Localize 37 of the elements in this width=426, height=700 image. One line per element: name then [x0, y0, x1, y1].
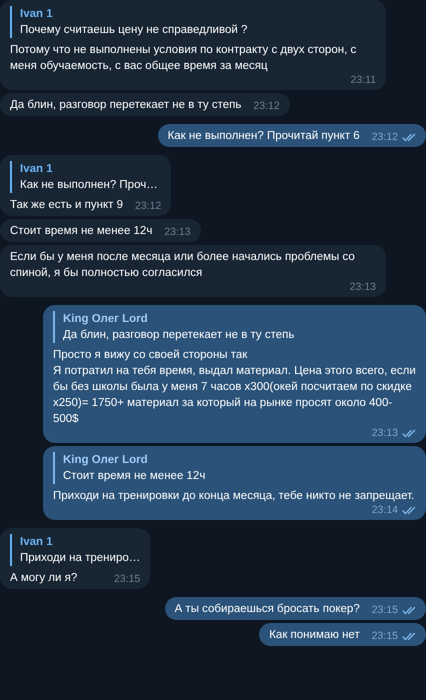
- reply-text: Приходи на трениро…: [20, 551, 140, 566]
- message-text: Если бы у меня после месяца или более начались проблемы со спиной, я бы полностью согласился: [10, 250, 356, 281]
- message-text: А ты собираешься бросать покер?: [174, 602, 360, 617]
- reply-text: Стоит время не менее 12ч: [63, 469, 206, 484]
- message-time: 23:13: [372, 427, 398, 440]
- message-time: 23:13: [350, 281, 376, 294]
- reply-text: Как не выполнен? Проч…: [20, 178, 159, 193]
- message-text: Приходи на тренировки до конца месяца, тебе никто не запрещает.: [53, 489, 414, 504]
- reply-author: King Олег Lord: [63, 312, 149, 327]
- reply-text: Почему считаешь цену не справедливой ?: [20, 23, 248, 38]
- message-time: 23:12: [134, 200, 162, 213]
- reply-author: Ivan 1: [20, 162, 54, 177]
- reply-quote[interactable]: King Олег Lord Да блин, разговор перетекает не в ту степь: [53, 311, 416, 343]
- reply-quote[interactable]: Ivan 1 Почему считаешь цену не справедливой ?: [10, 6, 376, 38]
- reply-text: Да блин, разговор перетекает не в ту степь: [63, 328, 296, 343]
- reply-quote[interactable]: Ivan 1 Приходи на трениро…: [10, 534, 140, 566]
- message-time: 23:11: [350, 74, 376, 87]
- reply-author: Ivan 1: [20, 535, 54, 550]
- reply-quote[interactable]: King Олег Lord Стоит время не менее 12ч: [53, 452, 416, 484]
- message-time: 23:12: [372, 131, 398, 144]
- message-text: Как понимаю нет: [269, 628, 360, 643]
- message-time: 23:15: [372, 604, 398, 617]
- message-time: 23:14: [372, 504, 398, 517]
- reply-quote[interactable]: Ivan 1 Как не выполнен? Проч…: [10, 161, 162, 193]
- message-time: 23:15: [372, 630, 398, 643]
- message-text: Потому что не выполнены условия по контракту с двух сторон, с меня обучаемость, с вас общее время за месяц: [10, 43, 358, 74]
- message-text: А могу ли я?: [10, 571, 78, 586]
- message-text: Стоит время не менее 12ч: [10, 224, 152, 239]
- message-time: 23:13: [164, 226, 191, 239]
- message-text: Как не выполнен? Прочитай пункт 6: [168, 129, 360, 144]
- message-text: Просто я вижу со своей стороны так Я потратил на тебя время, выдал материал. Цена этого всего, если бы без школы была у меня 7 часов x300(окей посчитаем по скидке x250)= 1750+ материал за который на рынке просят около 400-500$: [53, 348, 416, 427]
- reply-author: King Олег Lord: [63, 453, 149, 468]
- reply-author: Ivan 1: [20, 7, 54, 22]
- message-time: 23:12: [253, 100, 280, 113]
- message-text: Так же есть и пункт 9: [10, 198, 123, 213]
- message-text: Да блин, разговор перетекает не в ту степь: [10, 98, 242, 113]
- message-time: 23:15: [114, 573, 140, 586]
